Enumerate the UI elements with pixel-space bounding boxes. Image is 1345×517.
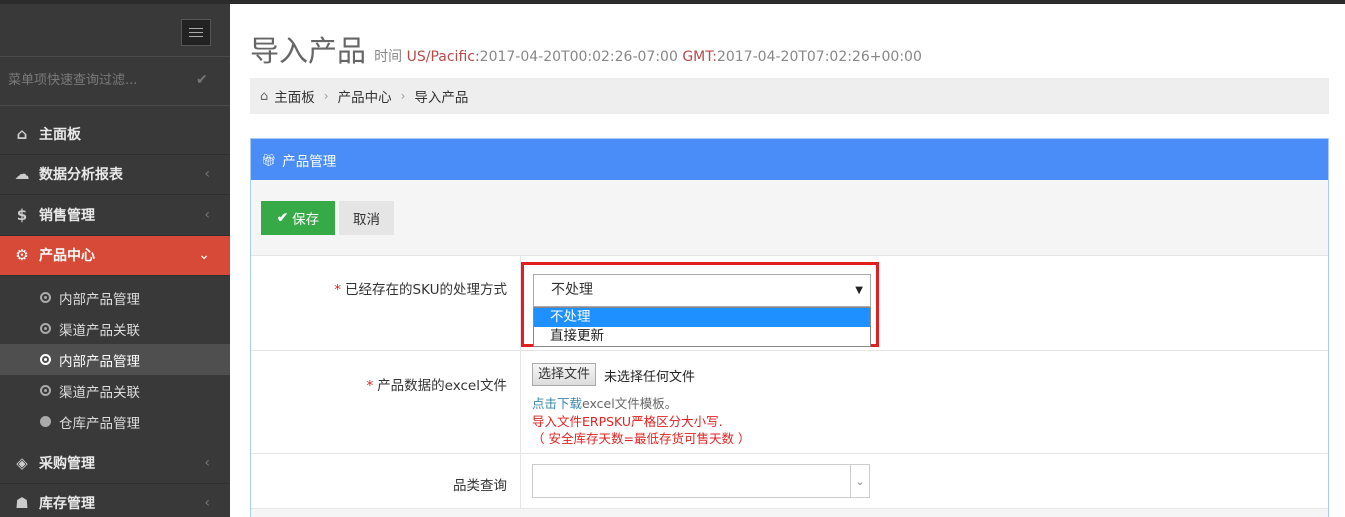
breadcrumb: ⌂ 主面板 › 产品中心 › 导入产品 <box>250 78 1329 114</box>
highlight-box: 不处理 ▼ 不处理 直接更新 <box>521 262 879 347</box>
submenu-item-label: 内部产品管理 <box>59 291 140 308</box>
help-download: 点击下载excel文件模板。 <box>532 393 677 412</box>
chevron-down-icon: ⌄ <box>198 247 210 264</box>
chevron-left-icon: ‹ <box>204 495 210 512</box>
sidebar-item-sales[interactable]: $ 销售管理 ‹ <box>0 195 230 236</box>
choose-file-button[interactable]: 选择文件 <box>532 363 597 386</box>
product-management-panel: 🎁︎ 产品管理 ✔ 保存 取消 * 已经存在的SKU的处理方式 不处理 ▼ 不处理 … <box>250 138 1329 517</box>
submenu-item-label: 渠道产品关联 <box>59 322 140 339</box>
tz1-value: 2017-04-20T00:02:26-07:00 <box>479 49 678 65</box>
tz2-value: 2017-04-20T07:02:26+00:00 <box>716 49 922 65</box>
sidebar-menu: ⌂ 主面板 ☁ 数据分析报表 ‹ $ 销售管理 ‹ ⚙ 产品中心 ⌄ 内部产品管… <box>0 114 230 517</box>
file-status: 未选择任何文件 <box>604 370 696 385</box>
save-button[interactable]: ✔ 保存 <box>261 201 335 235</box>
caret-down-icon: ▼ <box>855 285 863 296</box>
sku-label: * 已经存在的SKU的处理方式 <box>334 282 507 298</box>
sidebar-item-products[interactable]: ⚙ 产品中心 ⌄ <box>0 235 230 276</box>
time-label: 时间 <box>374 49 403 65</box>
breadcrumb-item-products[interactable]: 产品中心 <box>338 86 392 106</box>
home-icon: ⌂ <box>260 88 269 104</box>
sku-handling-select[interactable]: 不处理 ▼ <box>533 274 871 307</box>
circle-icon <box>40 385 51 396</box>
category-select[interactable]: ⌄ <box>532 464 870 498</box>
cancel-button[interactable]: 取消 <box>339 201 394 235</box>
sidebar-item-label: 销售管理 <box>39 207 95 224</box>
products-submenu: 内部产品管理 渠道产品关联 内部产品管理 渠道产品关联 仓库产品管理 <box>0 276 230 443</box>
sidebar-item-label: 主面板 <box>39 126 81 143</box>
option-direct-update[interactable]: 直接更新 <box>534 327 870 346</box>
chevron-left-icon: ‹ <box>204 206 210 223</box>
cloud-icon: ☁ <box>14 165 30 184</box>
circle-icon <box>40 323 51 334</box>
home-icon: ⌂ <box>16 124 28 143</box>
help-warning-days: （ 安全库存天数=最低存货可售天数 ） <box>532 431 751 446</box>
sidebar-item-label: 采购管理 <box>39 455 95 472</box>
category-control: ⌄ <box>520 454 1328 508</box>
android-icon: ☗ <box>15 494 29 513</box>
file-label: * 产品数据的excel文件 <box>366 378 507 394</box>
chevron-down-icon: ⌄ <box>850 465 869 497</box>
sidebar: ✔ ⌂ 主面板 ☁ 数据分析报表 ‹ $ 销售管理 ‹ ⚙ 产品中心 ⌄ 内部产… <box>0 4 230 517</box>
form-row-category: 品类查询 ⌄ <box>251 454 1328 509</box>
chevron-right-icon: › <box>400 89 406 103</box>
sidebar-item-label: 数据分析报表 <box>39 167 123 184</box>
gears-icon: ⚙ <box>15 246 29 265</box>
gift-icon: 🎁︎ <box>261 152 277 167</box>
hamburger-icon <box>189 28 203 29</box>
tz1-label: US/Pacific: <box>406 49 480 65</box>
sidebar-item-reports[interactable]: ☁ 数据分析报表 ‹ <box>0 155 230 195</box>
panel-header: 🎁︎ 产品管理 <box>251 139 1328 180</box>
dollar-icon: $ <box>16 205 28 224</box>
submenu-item-label: 内部产品管理 <box>59 353 140 370</box>
panel-title: 产品管理 <box>282 153 337 170</box>
sidebar-item-label: 产品中心 <box>39 248 95 265</box>
page-title-text: 导入产品 <box>250 34 367 68</box>
sidebar-item-inventory[interactable]: ☗ 库存管理 ‹ <box>0 484 230 517</box>
sidebar-item-label: 库存管理 <box>39 496 95 513</box>
chevron-left-icon: ‹ <box>204 454 210 471</box>
download-template-link[interactable]: 点击下载 <box>532 396 582 411</box>
check-icon: ✔ <box>276 210 289 225</box>
main-content: 导入产品 时间 US/Pacific:2017-04-20T00:02:26-0… <box>230 4 1345 517</box>
check-icon[interactable]: ✔ <box>196 72 208 88</box>
page-title: 导入产品 时间 US/Pacific:2017-04-20T00:02:26-0… <box>250 28 922 70</box>
menu-filter-input[interactable] <box>8 67 188 93</box>
menu-filter: ✔ <box>0 56 230 106</box>
save-label: 保存 <box>292 212 320 227</box>
breadcrumb-item-dashboard[interactable]: 主面板 <box>274 86 315 106</box>
form-row-sku: * 已经存在的SKU的处理方式 不处理 ▼ 不处理 直接更新 <box>251 256 1328 351</box>
submenu-item-channel-link[interactable]: 渠道产品关联 <box>0 313 230 344</box>
circle-filled-icon <box>40 416 51 427</box>
cube-icon: ◈ <box>16 453 28 472</box>
submenu-item-internal-products[interactable]: 内部产品管理 <box>0 282 230 313</box>
sidebar-item-purchasing[interactable]: ◈ 采购管理 ‹ <box>0 443 230 484</box>
sidebar-toggle-button[interactable] <box>181 19 211 46</box>
sku-label-text: 已经存在的SKU的处理方式 <box>345 282 507 298</box>
submenu-item-label: 渠道产品关联 <box>59 384 140 401</box>
sidebar-item-dashboard[interactable]: ⌂ 主面板 <box>0 114 230 155</box>
file-label-text: 产品数据的excel文件 <box>377 378 507 394</box>
circle-icon <box>40 292 51 303</box>
submenu-item-channel-link-2[interactable]: 渠道产品关联 <box>0 375 230 406</box>
sku-control: 不处理 ▼ 不处理 直接更新 <box>520 256 1328 350</box>
chevron-right-icon: › <box>323 89 329 103</box>
option-no-process[interactable]: 不处理 <box>534 308 870 327</box>
submenu-item-internal-products-current[interactable]: 内部产品管理 <box>0 344 230 375</box>
form-actions: ✔ 保存 取消 <box>251 180 1328 256</box>
breadcrumb-item-import: 导入产品 <box>414 90 469 106</box>
form-row-file: * 产品数据的excel文件 选择文件 未选择任何文件 点击下载excel文件模板… <box>251 351 1328 454</box>
form-footer <box>251 509 1328 517</box>
help-text: excel文件模板。 <box>582 396 678 411</box>
cancel-label: 取消 <box>353 212 380 227</box>
chevron-left-icon: ‹ <box>204 166 210 183</box>
submenu-item-warehouse-products[interactable]: 仓库产品管理 <box>0 406 230 437</box>
sku-options-list: 不处理 直接更新 <box>533 307 871 347</box>
file-control: 选择文件 未选择任何文件 点击下载excel文件模板。 导入文件ERPSKU严格… <box>520 351 1328 453</box>
page-time: 时间 US/Pacific:2017-04-20T00:02:26-07:00 … <box>374 49 922 65</box>
category-label: 品类查询 <box>453 478 507 494</box>
sku-select-value: 不处理 <box>551 282 593 298</box>
tz2-label: GMT: <box>682 49 717 65</box>
submenu-item-label: 仓库产品管理 <box>59 415 140 432</box>
circle-icon <box>40 354 51 365</box>
